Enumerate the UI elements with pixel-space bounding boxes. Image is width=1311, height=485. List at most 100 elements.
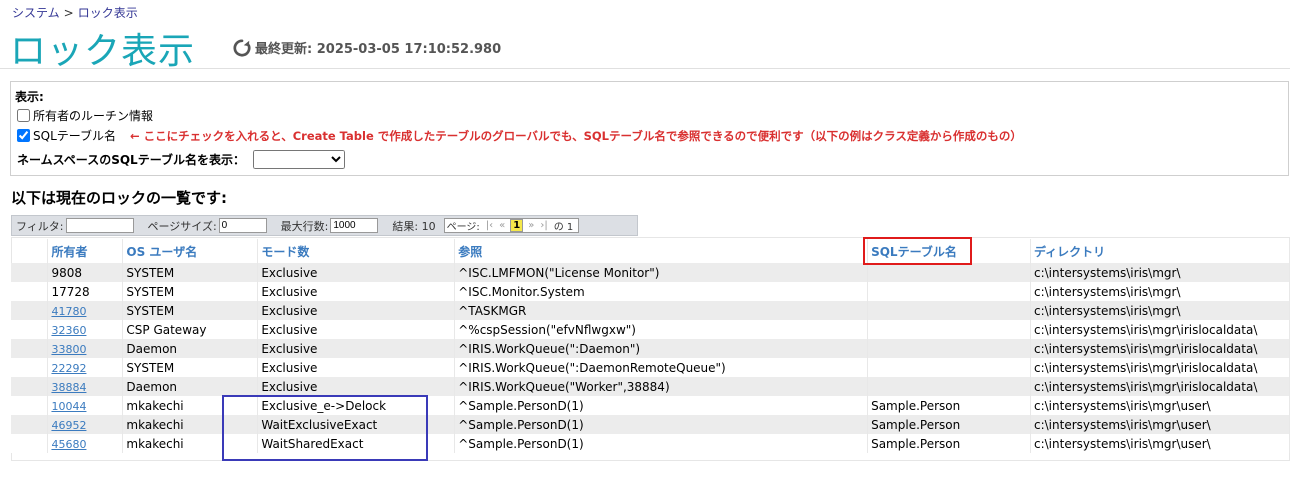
owner-pid-text: 9808 (51, 265, 82, 280)
owner-pid-link[interactable]: 10044 (51, 400, 86, 413)
cell-os-user: SYSTEM (122, 301, 259, 320)
sql-column-highlight-box (863, 237, 972, 265)
row-spacer (11, 282, 49, 301)
cell-directory: c:\intersystems\iris\mgr\irislocaldata\ (1030, 358, 1291, 377)
cell-mode: Exclusive (257, 263, 456, 282)
namespace-select[interactable] (252, 150, 345, 169)
last-update: 最終更新: 2025-03-05 17:10:52.980 (233, 38, 501, 57)
row-spacer (11, 358, 49, 377)
cell-sql-table (867, 263, 1031, 282)
cell-sql-table: Sample.Person (867, 396, 1031, 415)
filter-label: フィルタ: (16, 219, 64, 233)
header-os-user[interactable]: OS ユーザ名 (122, 239, 259, 263)
page-size-input[interactable] (218, 218, 267, 233)
max-rows-input[interactable] (330, 218, 379, 233)
header-owner[interactable]: 所有者 (47, 239, 124, 263)
cell-reference: ^TASKMGR (454, 301, 869, 320)
pager: ページ: |‹ « 1 » ›| の 1 (443, 218, 580, 233)
header-reference[interactable]: 参照 (454, 239, 869, 263)
cell-sql-table (867, 301, 1031, 320)
sql-table-name-checkbox[interactable] (17, 129, 30, 142)
owner-routine-checkbox[interactable] (17, 109, 30, 122)
table-header-row: 所有者 OS ユーザ名 モード数 参照 SQLテーブル名 ディレクトリ (11, 239, 1291, 263)
display-options-panel: 表示: 所有者のルーチン情報 SQLテーブル名 ← ここにチェックを入れると、C… (10, 81, 1289, 176)
table-row: 41780 SYSTEM Exclusive ^TASKMGR c:\intersyst… (11, 301, 1291, 320)
breadcrumb-system-link[interactable]: システム (12, 6, 60, 20)
owner-pid-link[interactable]: 32360 (51, 324, 86, 337)
refresh-icon[interactable] (233, 38, 251, 57)
display-options-label: 表示: (15, 90, 44, 104)
owner-pid-link[interactable]: 22292 (51, 362, 86, 375)
cell-directory: c:\intersystems\iris\mgr\user\ (1030, 415, 1291, 434)
filter-input[interactable] (65, 218, 134, 233)
cell-mode: Exclusive (257, 301, 456, 320)
cell-mode: Exclusive (257, 358, 456, 377)
pager-first-button[interactable]: |‹ (486, 220, 493, 231)
table-row: 45680 mkakechi WaitSharedExact ^Sample.Pers… (11, 434, 1291, 453)
cell-os-user: Daemon (122, 377, 259, 396)
breadcrumb: システム > ロック表示 (12, 4, 138, 21)
owner-routine-label: 所有者のルーチン情報 (33, 109, 154, 123)
breadcrumb-separator: > (63, 6, 74, 20)
page-size-group: ページサイズ: (148, 218, 267, 234)
namespace-sql-row: ネームスペースのSQLテーブル名を表示： (17, 150, 345, 169)
page-size-label: ページサイズ: (147, 219, 217, 233)
cell-owner: 10044 (47, 396, 124, 415)
cell-sql-table (867, 358, 1031, 377)
table-row: 17728 SYSTEM Exclusive ^ISC.Monitor.System c… (11, 282, 1291, 301)
header-directory[interactable]: ディレクトリ (1030, 239, 1291, 263)
breadcrumb-current[interactable]: ロック表示 (78, 6, 138, 20)
cell-reference: ^%cspSession("efvNflwgxw") (454, 320, 869, 339)
owner-pid-link[interactable]: 41780 (51, 305, 86, 318)
cell-owner: 45680 (47, 434, 124, 453)
owner-pid-link[interactable]: 46952 (51, 419, 86, 432)
cell-reference: ^ISC.LMFMON("License Monitor") (454, 263, 869, 282)
pager-next-button[interactable]: » (528, 220, 534, 231)
cell-mode: Exclusive (257, 320, 456, 339)
cell-directory: c:\intersystems\iris\mgr\ (1030, 282, 1291, 301)
row-spacer (11, 301, 49, 320)
header-spacer (11, 239, 49, 263)
owner-routine-option[interactable]: 所有者のルーチン情報 (17, 107, 153, 124)
top-border (0, 0, 1311, 2)
cell-directory: c:\intersystems\iris\mgr\user\ (1030, 396, 1291, 415)
cell-reference: ^Sample.PersonD(1) (454, 415, 869, 434)
owner-pid-link[interactable]: 33800 (51, 343, 86, 356)
header-mode[interactable]: モード数 (257, 239, 456, 263)
row-spacer (11, 320, 49, 339)
cell-owner: 38884 (47, 377, 124, 396)
cell-sql-table (867, 339, 1031, 358)
pager-prev-button[interactable]: « (499, 220, 505, 231)
cell-mode: Exclusive (257, 339, 456, 358)
table-row: 9808 SYSTEM Exclusive ^ISC.LMFMON("License … (11, 263, 1291, 282)
page-title: ロック表示 (10, 31, 196, 72)
row-spacer (11, 415, 49, 434)
cell-directory: c:\intersystems\iris\mgr\irislocaldata\ (1030, 320, 1291, 339)
cell-directory: c:\intersystems\iris\mgr\ (1030, 263, 1291, 282)
namespace-sql-label: ネームスペースのSQLテーブル名を表示： (17, 153, 245, 167)
cell-os-user: SYSTEM (122, 263, 259, 282)
pager-last-button[interactable]: ›| (540, 220, 547, 231)
cell-os-user: SYSTEM (122, 282, 259, 301)
filter-group: フィルタ: (16, 218, 134, 234)
owner-pid-text: 17728 (51, 284, 90, 299)
owner-pid-link[interactable]: 45680 (51, 438, 86, 451)
cell-owner: 9808 (47, 263, 124, 282)
cell-owner: 17728 (47, 282, 124, 301)
owner-pid-link[interactable]: 38884 (51, 381, 86, 394)
cell-owner: 32360 (47, 320, 124, 339)
table-row: 32360 CSP Gateway Exclusive ^%cspSession("e… (11, 320, 1291, 339)
cell-os-user: SYSTEM (122, 358, 259, 377)
cell-directory: c:\intersystems\iris\mgr\irislocaldata\ (1030, 377, 1291, 396)
sql-table-option: SQLテーブル名 ← ここにチェックを入れると、Create Table で作成… (17, 127, 1022, 144)
table-row: 38884 Daemon Exclusive ^IRIS.WorkQueue("Wor… (11, 377, 1291, 396)
table-row: 46952 mkakechi WaitExclusiveExact ^Sample.P… (11, 415, 1291, 434)
cell-owner: 41780 (47, 301, 124, 320)
lock-list-heading: 以下は現在のロックの一覧です: (11, 189, 228, 207)
row-spacer (11, 434, 49, 453)
pager-current-page[interactable]: 1 (510, 219, 524, 232)
row-spacer (11, 339, 49, 358)
cell-sql-table (867, 377, 1031, 396)
annotation-note: ← ここにチェックを入れると、Create Table で作成したテーブルのグロ… (130, 128, 1022, 143)
row-spacer (11, 396, 49, 415)
